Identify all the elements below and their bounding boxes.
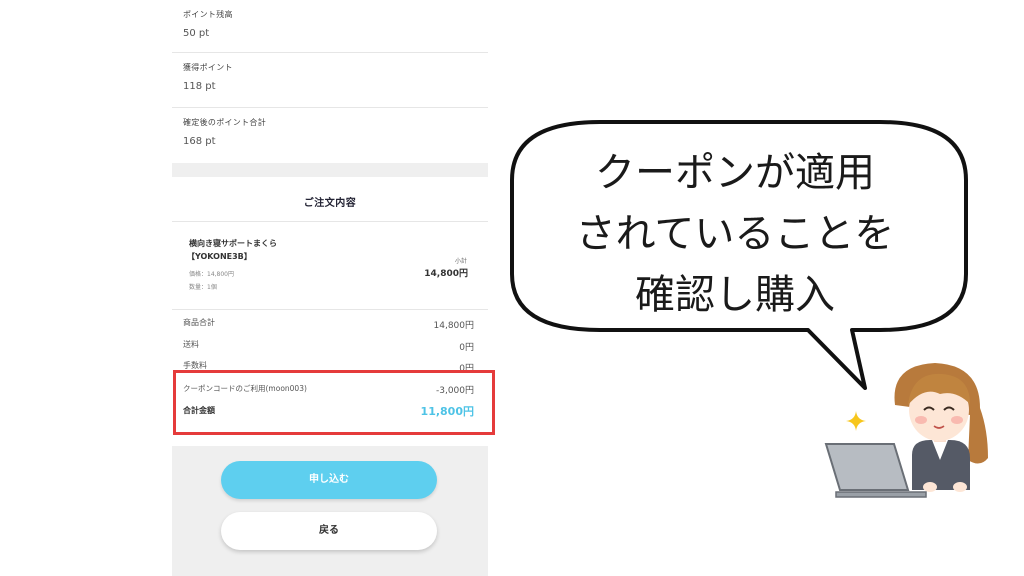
callout-line-1: クーポンが適用 [595,150,875,196]
callout-line-2: されていることを [575,211,895,257]
callout-line-3: 確認し購入 [635,272,835,318]
laptop-icon [824,443,927,498]
